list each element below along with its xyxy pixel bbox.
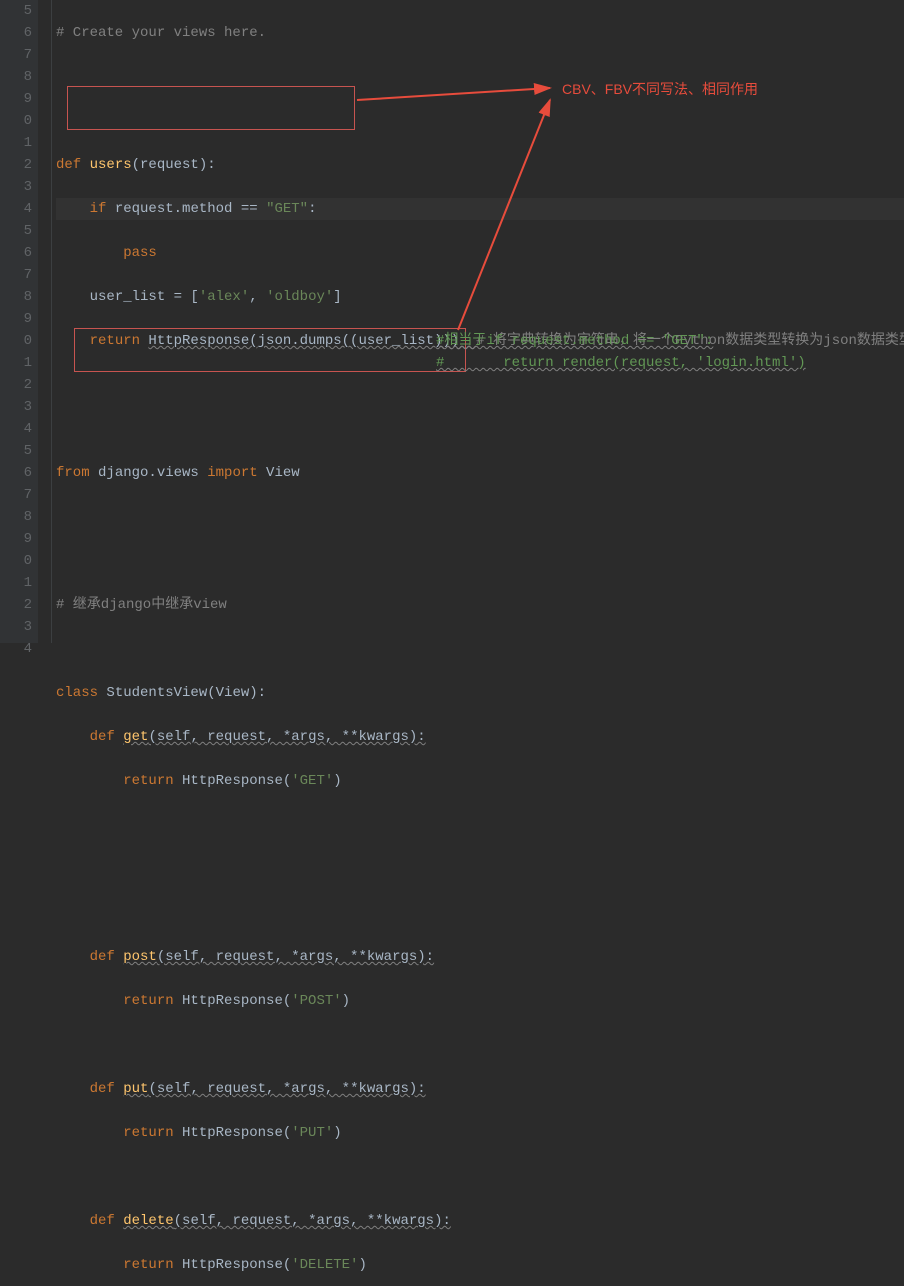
annotation-comment-1: #相当于if request.method == "GET": — [436, 330, 713, 352]
line-gutter: 5 6 7 8 9 0 1 2 3 4 5 6 7 8 9 0 1 2 3 4 … — [0, 0, 38, 643]
code-editor[interactable]: 5 6 7 8 9 0 1 2 3 4 5 6 7 8 9 0 1 2 3 4 … — [0, 0, 904, 643]
comment-text: # 继承django中继承view — [56, 597, 227, 613]
annotation-arrows — [52, 0, 902, 640]
annotation-main: CBV、FBV不同写法、相同作用 — [562, 78, 758, 100]
comment-text: # Create your views here. — [56, 25, 266, 41]
fold-column — [38, 0, 52, 643]
code-area[interactable]: # Create your views here. def users(requ… — [52, 0, 904, 643]
annotation-comment-2: # return render(request, 'login.html') — [436, 352, 806, 374]
